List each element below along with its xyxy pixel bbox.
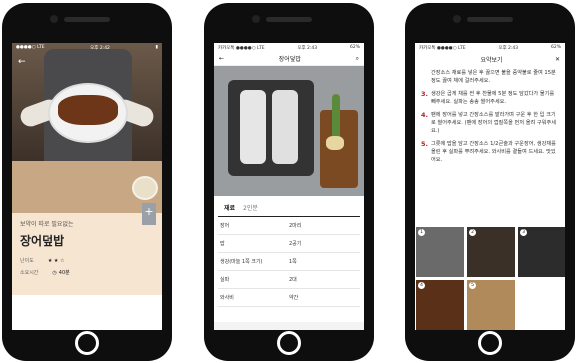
status-bar: ●●●●○ LTE 오후 2:42 ▮ bbox=[12, 43, 162, 52]
summary-steps: 간장소스 재료를 넣은 후 끓으면 불을 중약불로 줄여 15분 정도 끓여 체… bbox=[415, 66, 565, 172]
ingredient-name: 장어 bbox=[220, 223, 230, 229]
ingredient-name: 밥 bbox=[220, 241, 225, 247]
step-text: 간장소스 재료를 넣은 후 끓으면 불을 중약불로 줄여 15분 정도 끓여 체… bbox=[431, 70, 556, 84]
summary-screen: 카카오톡 ●●●●○ LTE 오후 2:43 62% 요약보기 ✕ 간장소스 재… bbox=[415, 43, 565, 330]
time-value: 40분 bbox=[58, 270, 70, 276]
camera-dot bbox=[252, 15, 260, 23]
step-thumbnail[interactable]: 2 bbox=[467, 227, 515, 277]
ingredients-screen: 카카오톡 ●●●●○ LTE 오후 2:43 62% ← 장어덮밥 ⌕ 재료 2… bbox=[214, 43, 364, 330]
ginger-shape bbox=[326, 136, 344, 150]
bottom-bar bbox=[214, 322, 364, 330]
hero-photo bbox=[12, 43, 162, 161]
step-text: 그릇에 밥을 담고 간장소스 1/2큰술과 구운장어, 생강채를 올린 후 실파… bbox=[431, 141, 556, 163]
step-text: 생강은 곱게 채를 썬 후 찬물에 5분 정도 담갔다가 물기를 빼주세요. 실… bbox=[431, 91, 555, 105]
plus-icon: + bbox=[144, 205, 154, 218]
difficulty-stars: ★ ★ ☆ bbox=[47, 257, 65, 264]
step-number: 5. bbox=[421, 140, 428, 148]
status-bar: 카카오톡 ●●●●○ LTE 오후 2:43 62% bbox=[415, 43, 565, 52]
status-carrier: ●●●●○ LTE bbox=[16, 45, 45, 50]
step-text: 팬에 장어를 넣고 간장소스를 발라가며 구운 후 한 입 크기로 썰어주세요.… bbox=[431, 112, 556, 134]
blank-area bbox=[12, 295, 162, 330]
clock-icon: ◷ bbox=[52, 269, 57, 276]
ingredients-list: 장어 2마리 밥 2공기 생강(마늘 1쪽 크기) 1쪽 실파 2대 와사비 약… bbox=[214, 217, 364, 307]
status-bar: 카카오톡 ●●●●○ LTE 오후 2:43 62% bbox=[214, 43, 364, 52]
camera-dot bbox=[50, 15, 58, 23]
status-carrier: 카카오톡 ●●●●○ LTE bbox=[419, 45, 466, 51]
status-battery: 62% bbox=[550, 45, 561, 50]
thumb-number: 5 bbox=[469, 282, 476, 289]
time-row: 소요시간 ◷ 40분 bbox=[20, 269, 154, 277]
status-battery: 62% bbox=[349, 45, 360, 50]
search-icon[interactable]: ⌕ bbox=[356, 55, 359, 63]
ingredient-amount: 2마리 bbox=[289, 223, 302, 229]
eel-fillet-shape bbox=[240, 90, 266, 164]
thumb-number: 4 bbox=[418, 282, 425, 289]
thumb-number: 3 bbox=[520, 229, 527, 236]
status-carrier: 카카오톡 ●●●●○ LTE bbox=[218, 45, 265, 51]
home-button[interactable] bbox=[75, 331, 99, 355]
thumb-number: 1 bbox=[418, 229, 425, 236]
recipe-subtitle: 보약이 따로 필요없는 bbox=[20, 221, 74, 228]
servings-label: 2인분 bbox=[243, 205, 258, 212]
ingredients-header: 재료 2인분 bbox=[218, 196, 360, 217]
thumb-number: 2 bbox=[469, 229, 476, 236]
speaker-slot bbox=[266, 17, 312, 22]
eel-rice-shape bbox=[58, 95, 118, 125]
ingredient-amount: 2대 bbox=[289, 277, 297, 283]
phone-mockup-2: 카카오톡 ●●●●○ LTE 오후 2:43 62% ← 장어덮밥 ⌕ 재료 2… bbox=[204, 3, 374, 361]
step-number: 3. bbox=[421, 90, 428, 98]
step-thumbnail[interactable]: 5 bbox=[467, 280, 515, 330]
back-arrow-icon[interactable]: ← bbox=[18, 57, 26, 67]
ingredients-photo bbox=[214, 66, 364, 196]
table-row: 실파 2대 bbox=[218, 271, 360, 289]
step-thumbnail[interactable]: 4 bbox=[416, 280, 464, 330]
step-intro: 간장소스 재료를 넣은 후 끓으면 불을 중약불로 줄여 15분 정도 끓여 체… bbox=[421, 69, 559, 85]
recipe-title: 장어덮밥 bbox=[20, 234, 65, 248]
eel-fillet-shape bbox=[272, 90, 298, 164]
time-label: 소요시간 bbox=[20, 270, 39, 276]
step-photo-grid: 1 2 3 4 5 6 bbox=[415, 227, 565, 330]
home-button[interactable] bbox=[478, 331, 502, 355]
camera-dot bbox=[453, 15, 461, 23]
table-row: 생강(마늘 1쪽 크기) 1쪽 bbox=[218, 253, 360, 271]
add-bookmark-button[interactable]: + bbox=[142, 203, 156, 225]
difficulty-row: 난이도 ★ ★ ☆ bbox=[20, 257, 154, 265]
status-time: 오후 2:43 bbox=[297, 45, 318, 51]
battery-icon: ▮ bbox=[155, 45, 158, 50]
step-item: 4. 팬에 장어를 넣고 간장소스를 발라가며 구운 후 한 입 크기로 썰어주… bbox=[421, 111, 559, 135]
table-row: 장어 2마리 bbox=[218, 217, 360, 235]
step-item: 3. 생강은 곱게 채를 썬 후 찬물에 5분 정도 담갔다가 물기를 빼주세요… bbox=[421, 90, 559, 106]
step-thumbnail[interactable]: 6 bbox=[518, 280, 565, 330]
nav-bar: 요약보기 ✕ bbox=[415, 52, 565, 66]
nav-bar: ← 장어덮밥 ⌕ bbox=[214, 52, 364, 66]
ingredient-amount: 2공기 bbox=[289, 241, 302, 247]
home-button[interactable] bbox=[277, 331, 301, 355]
phone-mockup-3: 카카오톡 ●●●●○ LTE 오후 2:43 62% 요약보기 ✕ 간장소스 재… bbox=[405, 3, 575, 361]
recipe-cover-screen: ●●●●○ LTE 오후 2:42 ▮ ← + 보약이 따로 필요없는 장어덮밥… bbox=[12, 43, 162, 330]
ingredient-name: 실파 bbox=[220, 277, 230, 283]
table-row: 밥 2공기 bbox=[218, 235, 360, 253]
table-row: 와사비 약간 bbox=[218, 289, 360, 307]
recipe-info-panel: + 보약이 따로 필요없는 장어덮밥 난이도 ★ ★ ☆ 소요시간 ◷ 40분 bbox=[12, 203, 162, 295]
teacup-shape bbox=[132, 176, 158, 200]
speaker-slot bbox=[64, 17, 110, 22]
nav-title: 요약보기 bbox=[480, 56, 503, 64]
speaker-slot bbox=[467, 17, 513, 22]
ingredient-name: 와사비 bbox=[220, 295, 234, 301]
close-icon[interactable]: ✕ bbox=[555, 56, 560, 63]
step-number: 4. bbox=[421, 111, 428, 119]
step-thumbnail[interactable]: 1 bbox=[416, 227, 464, 277]
step-thumbnail[interactable]: 3 bbox=[518, 227, 565, 277]
ingredient-amount: 약간 bbox=[289, 295, 299, 301]
back-arrow-icon[interactable]: ← bbox=[219, 55, 224, 62]
ingredient-amount: 1쪽 bbox=[289, 259, 297, 265]
ingredients-label: 재료 bbox=[224, 205, 236, 212]
status-time: 오후 2:43 bbox=[498, 45, 519, 51]
difficulty-label: 난이도 bbox=[20, 258, 34, 264]
status-time: 오후 2:42 bbox=[90, 45, 110, 51]
ingredient-name: 생강(마늘 1쪽 크기) bbox=[220, 259, 263, 265]
phone-mockup-1: ●●●●○ LTE 오후 2:42 ▮ ← + 보약이 따로 필요없는 장어덮밥… bbox=[2, 3, 172, 361]
step-item: 5. 그릇에 밥을 담고 간장소스 1/2큰술과 구운장어, 생강채를 올린 후… bbox=[421, 140, 559, 164]
nav-title: 장어덮밥 bbox=[278, 56, 301, 63]
